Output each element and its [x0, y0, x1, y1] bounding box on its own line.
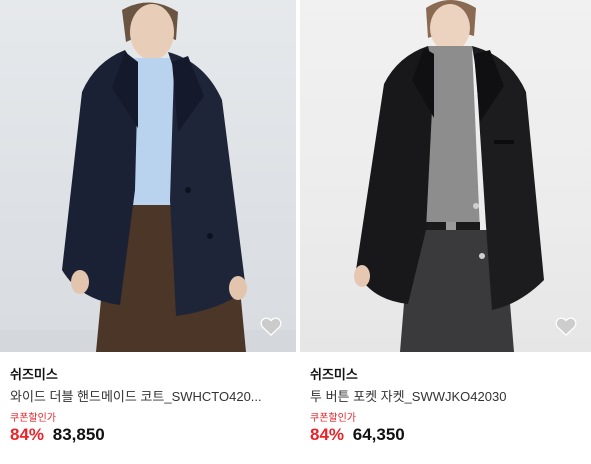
product-image[interactable] [0, 0, 296, 352]
sale-price: 64,350 [352, 425, 405, 444]
product-card[interactable]: 쉬즈미스 와이드 더블 핸드메이드 코트_SWHCTO420... 쿠폰할인가 … [0, 0, 296, 464]
heart-icon[interactable] [555, 316, 577, 336]
sale-price: 83,850 [52, 425, 105, 444]
price-row: 84% 83,850 [10, 425, 105, 445]
product-image[interactable] [300, 0, 591, 352]
product-photo-illustration [354, 0, 544, 352]
product-card[interactable]: 쉬즈미스 투 버튼 포켓 자켓_SWWJKO42030 쿠폰할인가 84% 64… [300, 0, 591, 464]
product-name[interactable]: 와이드 더블 핸드메이드 코트_SWHCTO420... [10, 386, 290, 405]
coupon-price-label: 쿠폰할인가 [310, 413, 356, 424]
product-photo-illustration [0, 2, 296, 352]
heart-icon[interactable] [260, 316, 282, 336]
discount-rate: 84% [10, 425, 45, 444]
coupon-price-label: 쿠폰할인가 [10, 413, 56, 424]
discount-rate: 84% [310, 425, 345, 444]
brand-name[interactable]: 쉬즈미스 [310, 364, 358, 383]
price-row: 84% 64,350 [310, 425, 405, 445]
brand-name[interactable]: 쉬즈미스 [10, 364, 58, 383]
product-name[interactable]: 투 버튼 포켓 자켓_SWWJKO42030 [310, 386, 580, 405]
